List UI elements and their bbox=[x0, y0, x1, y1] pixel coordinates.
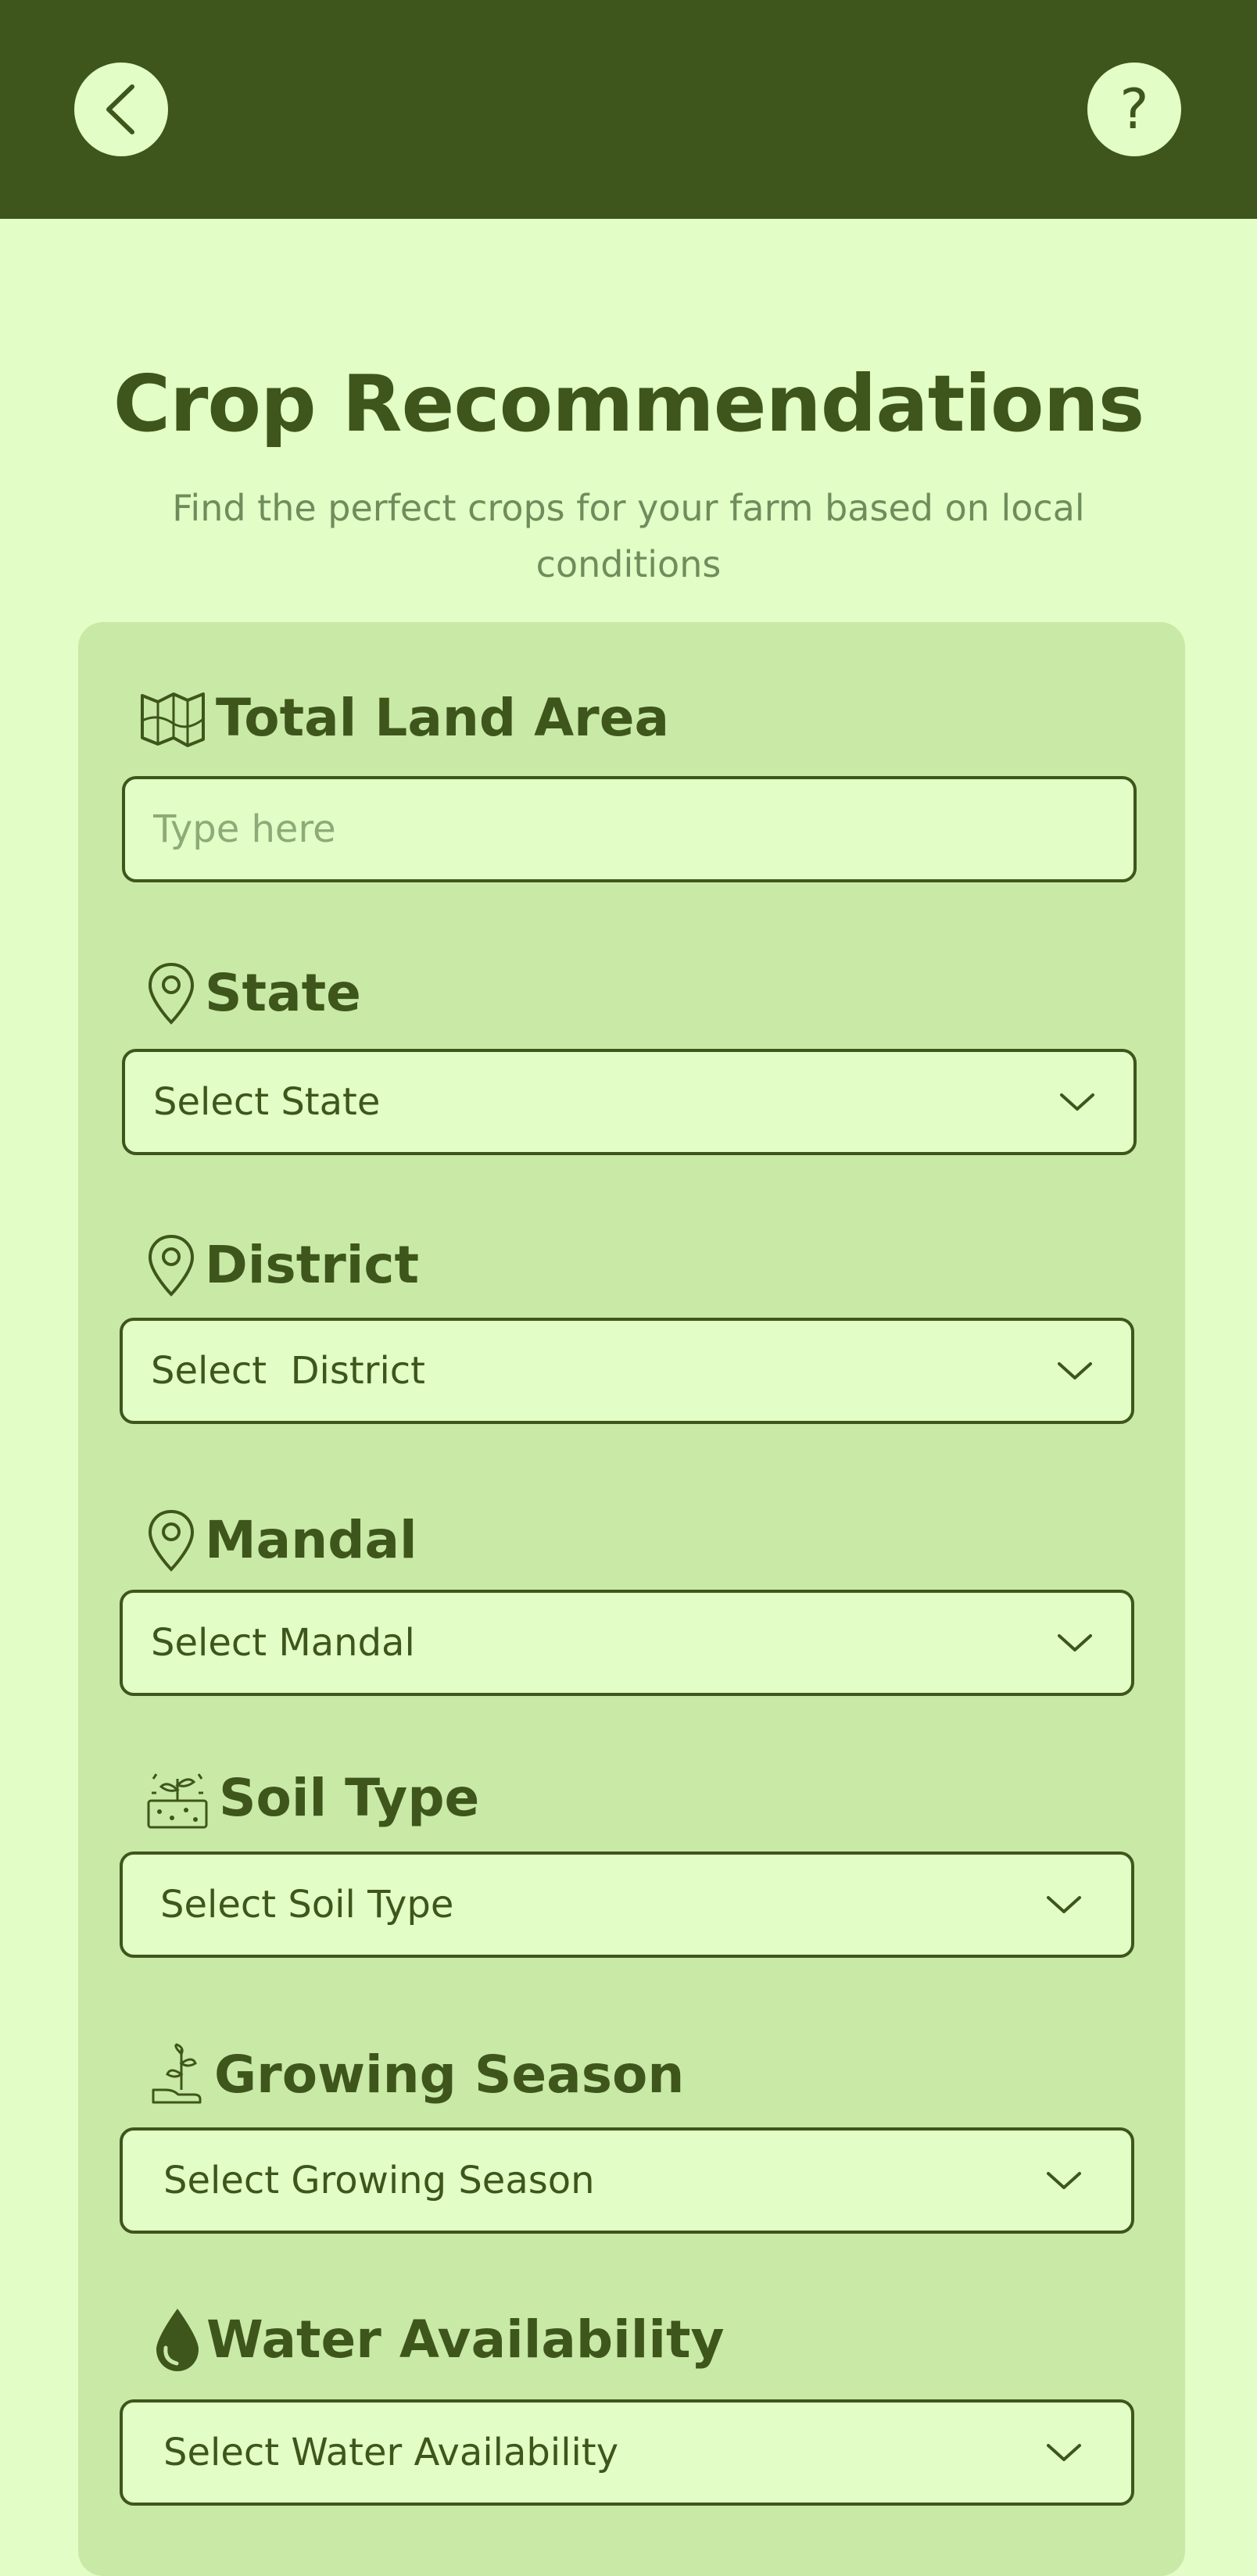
land-area-input[interactable] bbox=[153, 807, 1105, 851]
soil-type-select[interactable]: Select Soil Type bbox=[120, 1852, 1134, 1958]
district-label: District bbox=[147, 1233, 419, 1297]
chevron-down-icon bbox=[1047, 2172, 1081, 2189]
mandal-label: Mandal bbox=[147, 1508, 417, 1572]
location-pin-icon bbox=[147, 1233, 195, 1297]
water-availability-label: Water Availability bbox=[153, 2307, 725, 2373]
soil-sprout-icon bbox=[145, 1766, 210, 1830]
page-subtitle: Find the perfect crops for your farm bas… bbox=[172, 487, 1085, 585]
mandal-select[interactable]: Select Mandal bbox=[120, 1590, 1134, 1696]
water-drop-icon bbox=[153, 2307, 202, 2373]
chevron-left-icon bbox=[106, 84, 134, 134]
growing-season-select-value: Select Growing Season bbox=[163, 2159, 595, 2202]
chevron-down-icon bbox=[1058, 1634, 1092, 1651]
water-availability-select-value: Select Water Availability bbox=[163, 2431, 619, 2474]
district-select-value: Select District bbox=[151, 1349, 425, 1393]
growing-season-select[interactable]: Select Growing Season bbox=[120, 2127, 1134, 2234]
back-button[interactable] bbox=[74, 63, 168, 156]
state-select-value: Select State bbox=[153, 1080, 381, 1124]
page-title: Crop Recommendations bbox=[113, 358, 1145, 449]
land-map-icon bbox=[139, 689, 206, 747]
state-label: State bbox=[147, 961, 361, 1025]
chevron-down-icon bbox=[1047, 2444, 1081, 2461]
chevron-down-icon bbox=[1060, 1093, 1094, 1111]
growing-season-label: Growing Season bbox=[150, 2043, 684, 2107]
district-select[interactable]: Select District bbox=[120, 1318, 1134, 1424]
soil-type-select-value: Select Soil Type bbox=[160, 1883, 454, 1927]
water-availability-select[interactable]: Select Water Availability bbox=[120, 2399, 1134, 2506]
help-icon: ? bbox=[1119, 77, 1149, 141]
location-pin-icon bbox=[147, 1508, 195, 1572]
land-area-label: Total Land Area bbox=[139, 689, 669, 747]
location-pin-icon bbox=[147, 961, 195, 1025]
top-app-bar: ? bbox=[0, 0, 1257, 219]
soil-type-label: Soil Type bbox=[145, 1766, 479, 1830]
mandal-select-value: Select Mandal bbox=[151, 1621, 415, 1665]
hand-plant-icon bbox=[150, 2043, 205, 2107]
chevron-down-icon bbox=[1047, 1896, 1081, 1913]
state-select[interactable]: Select State bbox=[122, 1049, 1137, 1155]
help-button[interactable]: ? bbox=[1087, 63, 1181, 156]
chevron-down-icon bbox=[1058, 1362, 1092, 1379]
land-area-field[interactable] bbox=[122, 776, 1137, 882]
